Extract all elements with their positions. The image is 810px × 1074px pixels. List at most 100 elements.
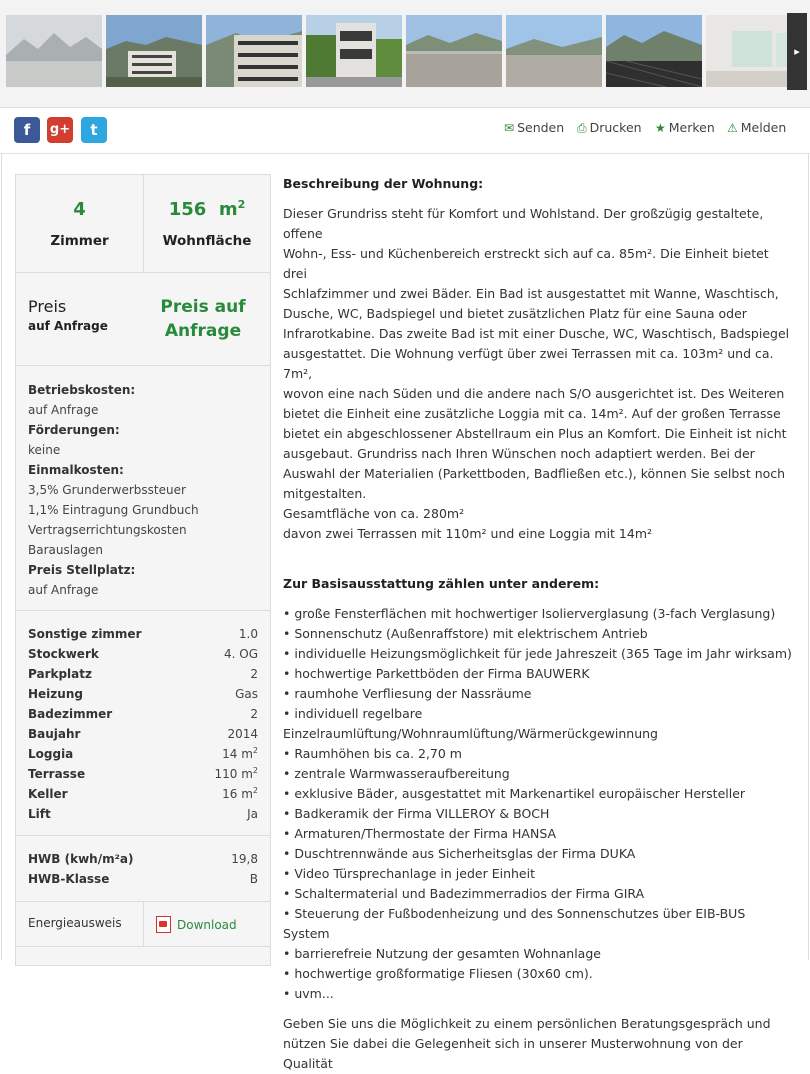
feature-item: • hochwertige Parkettböden der Firma BAU… — [283, 666, 590, 681]
feature-item: • barrierefreie Nutzung der gesamten Woh… — [283, 946, 601, 961]
description-text: Dieser Grundriss steht für Komfort und W… — [283, 204, 795, 544]
cost-value: 3,5% Grunderwerbssteuer — [28, 483, 186, 497]
hwb-row-value: 19,8 — [231, 849, 258, 869]
fact-row: Heizung Gas — [28, 684, 258, 704]
feature-item: • Raumhöhen bis ca. 2,70 m — [283, 746, 462, 761]
gallery-thumb-building-balcony[interactable] — [206, 15, 302, 87]
fact-row-value-text: 2014 — [227, 727, 258, 741]
price-sublabel: auf Anfrage — [28, 319, 108, 333]
fact-row: Stockwerk 4. OG — [28, 644, 258, 664]
fact-row-label: Keller — [28, 787, 68, 801]
description-line: Dieser Grundriss steht für Komfort und W… — [283, 206, 764, 241]
cost-value: keine — [28, 443, 61, 457]
fact-row-value-text: 16 m — [222, 787, 253, 801]
fact-row: Parkplatz 2 — [28, 664, 258, 684]
download-link[interactable]: Download — [156, 916, 237, 933]
divider — [16, 835, 270, 836]
cost-value: auf Anfrage — [28, 403, 99, 417]
hwb-row: HWB-Klasse B — [28, 869, 258, 889]
rooms-value: 4 — [73, 199, 86, 220]
cost-value: 1,1% Eintragung Grundbuch — [28, 503, 199, 517]
unit-superscript: 2 — [252, 786, 258, 795]
key-stats: 4 Zimmer 156 m2 Wohnfläche — [16, 175, 270, 273]
area-label: Wohnfläche — [162, 233, 252, 249]
feature-item: • Steuerung der Fußbodenheizung und des … — [283, 906, 746, 941]
bookmark-button[interactable]: ★ Merken — [655, 120, 715, 135]
fact-row-label: Terrasse — [28, 767, 86, 781]
fact-row-value-text: 110 m — [214, 767, 253, 781]
description-line: bietet ein abgeschlossener Abstellraum e… — [283, 426, 787, 441]
fact-row-label: Stockwerk — [28, 647, 99, 661]
energy-certificate-label: Energieausweis — [28, 916, 122, 930]
facebook-share-icon[interactable]: f — [14, 117, 40, 143]
googleplus-share-icon[interactable]: g+ — [47, 117, 73, 143]
fact-row-value: Gas — [235, 684, 258, 704]
cost-key: Förderungen: — [28, 423, 120, 437]
description-line: Schlafzimmer und zwei Bäder. Ein Bad ist… — [283, 286, 779, 301]
fact-row-label: Baujahr — [28, 727, 81, 741]
feature-item: • individuelle Heizungsmöglichkeit für j… — [283, 646, 792, 661]
closing-line: Geben Sie uns die Möglichkeit zu einem p… — [283, 1016, 771, 1031]
fact-row-value: 14 m2 — [222, 744, 258, 764]
twitter-share-icon[interactable]: t — [81, 117, 107, 143]
pdf-icon — [156, 916, 171, 933]
gallery-thumb-balcony-view[interactable] — [606, 15, 702, 87]
feature-item: • hochwertige großformatige Fliesen (30x… — [283, 966, 593, 981]
printer-icon: ⎙ — [577, 121, 587, 135]
print-label: Drucken — [589, 120, 642, 135]
photo-gallery: ▸ — [0, 0, 810, 108]
feature-item: • zentrale Warmwasseraufbereitung — [283, 766, 510, 781]
send-button[interactable]: ✉ Senden — [504, 120, 564, 135]
energy-certificate-row: Energieausweis Download — [16, 901, 270, 947]
fact-row-value-text: 4. OG — [223, 647, 258, 661]
hwb-row-label: HWB-Klasse — [28, 872, 110, 886]
feature-item: • Duschtrennwände aus Sicherheitsglas de… — [283, 846, 636, 861]
hwb-row-value: B — [250, 869, 258, 889]
fact-row-value: 2 — [250, 704, 258, 724]
description-line: Dusche, WC, Badspiegel und bietet zusätz… — [283, 306, 747, 321]
rooms-label: Zimmer — [50, 233, 109, 249]
feature-item: • Schaltermaterial und Badezimmerradios … — [283, 886, 645, 901]
description: Beschreibung der Wohnung: Dieser Grundri… — [283, 174, 795, 1074]
fact-row-value: 2014 — [227, 724, 258, 744]
feature-item: • Armaturen/Thermostate der Firma HANSA — [283, 826, 557, 841]
download-label: Download — [177, 918, 237, 932]
property-facts: Sonstige zimmer 1.0 Stockwerk 4. OG Parkplat… — [28, 624, 258, 824]
divider — [16, 610, 270, 611]
gallery-thumb-building-street[interactable] — [306, 15, 402, 87]
gallery-thumb-building-exterior[interactable] — [106, 15, 202, 87]
cost-value: Barauslagen — [28, 543, 104, 557]
cost-key: Betriebskosten: — [28, 383, 136, 397]
energy-values: HWB (kwh/m²a) 19,8 HWB-Klasse B — [28, 849, 258, 889]
bookmark-label: Merken — [668, 120, 715, 135]
report-button[interactable]: ⚠ Melden — [727, 120, 786, 135]
hwb-row-value-text: 19,8 — [231, 852, 258, 866]
feature-item: • Video Türsprechanlage in jeder Einheit — [283, 866, 535, 881]
price-block: Preis auf Anfrage Preis auf Anfrage — [16, 273, 270, 366]
feature-item: • uvm... — [283, 986, 334, 1001]
fact-row-label: Loggia — [28, 747, 74, 761]
fact-row-label: Heizung — [28, 687, 83, 701]
feature-item: • raumhohe Verfliesung der Nassräume — [283, 686, 532, 701]
gallery-thumb-mountain-view[interactable] — [6, 15, 102, 87]
fact-row-value: 4. OG — [224, 644, 258, 664]
unit-superscript: 2 — [252, 746, 258, 755]
fact-row-value-text: 1.0 — [238, 627, 258, 641]
fact-row: Keller 16 m2 — [28, 784, 258, 804]
fact-row-label: Parkplatz — [28, 667, 92, 681]
star-icon: ★ — [655, 121, 666, 135]
cost-key: Preis Stellplatz: — [28, 563, 136, 577]
description-line: davon zwei Terrassen mit 110m² und eine … — [283, 526, 653, 541]
feature-item: • individuell regelbare Einzelraumlüftun… — [283, 706, 658, 741]
gallery-thumb-terrace-wide[interactable] — [506, 15, 602, 87]
gallery-thumb-terrace[interactable] — [406, 15, 502, 87]
hwb-row-label: HWB (kwh/m²a) — [28, 852, 134, 866]
print-button[interactable]: ⎙ Drucken — [577, 120, 642, 136]
gallery-next-arrow-icon[interactable]: ▸ — [787, 13, 807, 90]
fact-row-value-text: 14 m — [222, 747, 253, 761]
hwb-row-value-text: B — [249, 872, 258, 886]
warning-icon: ⚠ — [727, 121, 738, 135]
